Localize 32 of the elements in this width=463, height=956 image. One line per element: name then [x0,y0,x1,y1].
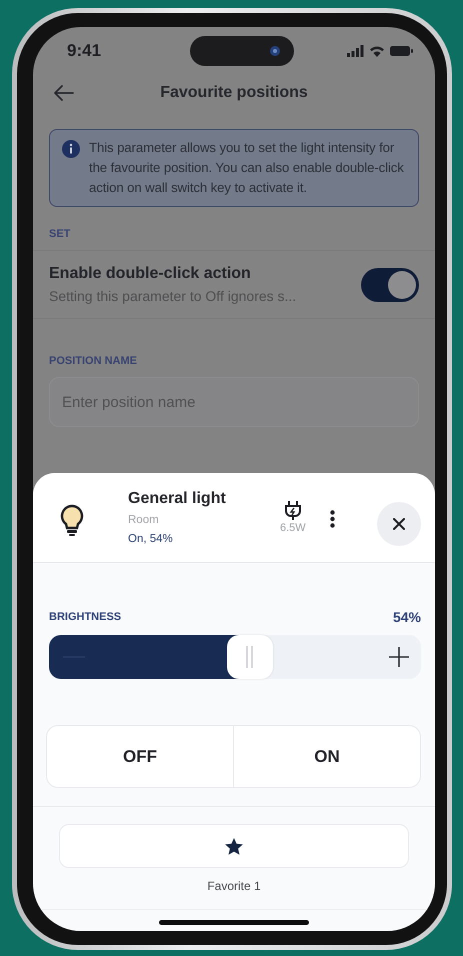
signal-icon [347,45,364,57]
info-icon [62,140,80,158]
device-room: Room [128,514,160,526]
close-icon [393,518,405,530]
power-reading: 6.5W [280,522,306,534]
light-bulb-icon [59,504,85,536]
power-button[interactable]: OFF [47,726,233,787]
slider-thumb[interactable] [226,635,273,679]
plug-icon [284,500,302,520]
device-name: General light [128,490,227,508]
close-button[interactable] [377,502,421,546]
favorite-label: Favorite 1 [207,879,261,893]
section-label: SET [33,207,435,251]
field-label: POSITION NAME [49,355,138,367]
camera-icon [270,46,280,56]
back-arrow-icon [53,84,75,102]
plus-icon [389,647,409,667]
wifi-icon [369,45,385,57]
battery-icon [390,45,413,57]
setting-title: Enable double-click action [49,265,252,283]
more-icon [330,510,335,528]
status-time: 9:41 [67,41,102,61]
page-title: Favourite positions [160,84,308,102]
brightness-label: BRIGHTNESS [49,611,122,623]
brightness-slider[interactable] [49,635,421,679]
grip-icon [246,646,254,668]
toggle-switch[interactable] [361,268,419,302]
info-text: This parameter allows you to set the light intensity for the favourite position. You can also enable double-click action on wall switch key to activate it. [89,139,405,197]
brightness-value: 54% [392,609,421,625]
device-status: On, 54% [128,533,174,545]
power-button[interactable]: ON [233,726,420,787]
star-icon [224,836,244,856]
